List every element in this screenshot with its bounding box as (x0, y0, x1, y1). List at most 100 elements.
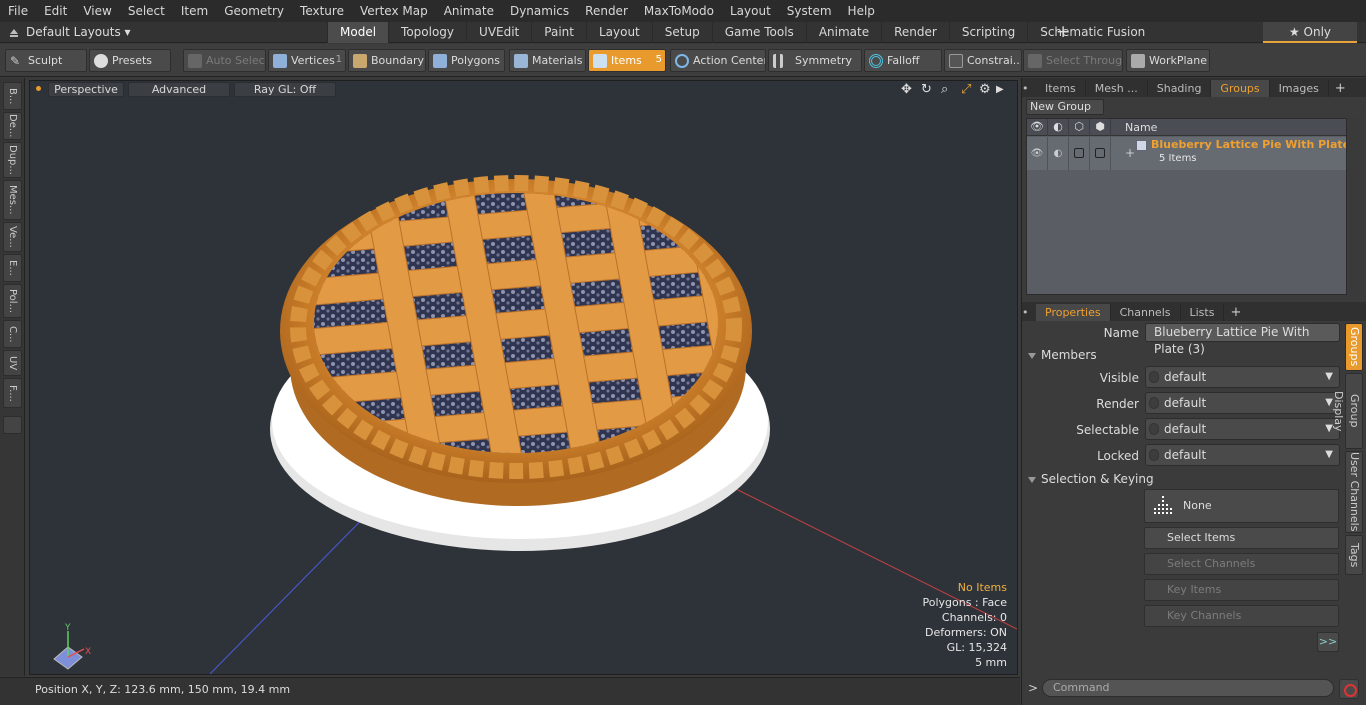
panel-menu-dot-icon[interactable]: • (1022, 80, 1036, 97)
tab-scripting[interactable]: Scripting (948, 22, 1027, 43)
tab-lists[interactable]: Lists (1181, 304, 1225, 321)
menu-render[interactable]: Render (577, 0, 636, 22)
tab-layout[interactable]: Layout (585, 22, 652, 43)
menu-view[interactable]: View (75, 0, 119, 22)
menu-select[interactable]: Select (120, 0, 173, 22)
layout-collapse-icon[interactable] (8, 25, 20, 39)
tab-uvedit[interactable]: UVEdit (466, 22, 531, 43)
side-tab-user-channels[interactable]: User Channels (1345, 451, 1363, 533)
action-center-button[interactable]: Action Center (670, 49, 766, 72)
menu-vertex-map[interactable]: Vertex Map (352, 0, 436, 22)
select-channels-button[interactable]: Select Channels (1144, 553, 1339, 575)
selection-keying-section[interactable]: Selection & Keying (1028, 470, 1338, 488)
side-tab-tags[interactable]: Tags (1345, 535, 1363, 575)
none-button[interactable]: None (1144, 489, 1339, 523)
tab-schematic-fusion[interactable]: Schematic Fusion (1027, 22, 1157, 43)
selectable-icon[interactable]: ⬡ (1069, 119, 1090, 136)
menu-help[interactable]: Help (840, 0, 883, 22)
symmetry-button[interactable]: Symmetry (768, 49, 862, 72)
left-tab-fusion[interactable]: F.... (3, 378, 22, 408)
visible-dropdown[interactable]: default ▼ (1145, 366, 1340, 388)
auto-select-button[interactable]: Auto Select (183, 49, 266, 72)
tab-items[interactable]: Items (1036, 80, 1086, 97)
left-tab-polygon[interactable]: Pol... (3, 284, 22, 318)
constraints-button[interactable]: Constrai... (944, 49, 1022, 72)
menu-animate[interactable]: Animate (436, 0, 502, 22)
only-button[interactable]: ★ Only (1263, 22, 1357, 43)
properties-menu-dot-icon[interactable]: • (1022, 304, 1036, 321)
row-visibility-eye-icon[interactable]: 👁 (1027, 137, 1048, 170)
add-tab-button[interactable]: + (1056, 22, 1070, 42)
3d-viewport[interactable]: Perspective Advanced Ray GL: Off ✥ ↻ ⌕ ⤢… (29, 80, 1018, 675)
layout-selector[interactable]: Default Layouts ▾ (26, 22, 131, 43)
menu-layout[interactable]: Layout (722, 0, 779, 22)
row-selectable-checkbox[interactable] (1069, 137, 1090, 170)
menu-file[interactable]: File (0, 0, 36, 22)
row-lock-checkbox[interactable] (1090, 137, 1111, 170)
new-group-button[interactable]: New Group (1026, 99, 1104, 115)
menu-texture[interactable]: Texture (292, 0, 352, 22)
left-tab-deform[interactable]: De... (3, 112, 22, 140)
tab-animate[interactable]: Animate (805, 22, 881, 43)
tab-groups[interactable]: Groups (1211, 80, 1270, 97)
members-section[interactable]: Members (1028, 346, 1338, 364)
materials-button[interactable]: Materials (509, 49, 586, 72)
presets-button[interactable]: Presets (89, 49, 171, 72)
selectable-dropdown[interactable]: default▼ (1145, 418, 1340, 440)
add-panel-tab-icon[interactable]: + (1329, 80, 1352, 97)
left-tab-mesh-edit[interactable]: Mes... (3, 180, 22, 220)
tab-mesh[interactable]: Mesh ... (1086, 80, 1148, 97)
tab-paint[interactable]: Paint (531, 22, 586, 43)
menu-item[interactable]: Item (173, 0, 216, 22)
tab-setup[interactable]: Setup (651, 22, 712, 43)
select-items-button[interactable]: Select Items (1144, 527, 1339, 549)
group-name-field[interactable]: Blueberry Lattice Pie With Plate (3) (1145, 323, 1340, 356)
items-button[interactable]: Items 5 (588, 49, 666, 72)
groups-scrollbar[interactable] (1349, 118, 1363, 295)
more-button[interactable]: >> (1317, 632, 1339, 652)
boundary-button[interactable]: Boundary (348, 49, 426, 72)
falloff-button[interactable]: Falloff (864, 49, 942, 72)
left-tab-uv[interactable]: UV (3, 350, 22, 376)
add-properties-tab-icon[interactable]: + (1224, 304, 1247, 321)
render-icon[interactable]: ◐ (1048, 119, 1069, 136)
tab-shading[interactable]: Shading (1148, 80, 1212, 97)
left-tab-vertex[interactable]: Ve... (3, 222, 22, 252)
tab-render[interactable]: Render (881, 22, 949, 43)
tab-images[interactable]: Images (1270, 80, 1329, 97)
left-tab-edge[interactable]: E... (3, 254, 22, 282)
right-panel: • Items Mesh ... Shading Groups Images +… (1021, 78, 1366, 705)
render-dropdown[interactable]: default▼ (1145, 392, 1340, 414)
tab-topology[interactable]: Topology (388, 22, 466, 43)
left-tab-basic[interactable]: B... (3, 82, 22, 110)
menu-geometry[interactable]: Geometry (216, 0, 292, 22)
tab-properties[interactable]: Properties (1036, 304, 1111, 321)
group-row[interactable]: 👁 ◐ + Blueberry Lattice Pie With Plate .… (1027, 137, 1346, 170)
menu-system[interactable]: System (779, 0, 840, 22)
visibility-eye-icon[interactable]: 👁 (1027, 119, 1048, 136)
key-items-button[interactable]: Key Items (1144, 579, 1339, 601)
locked-dropdown[interactable]: default ▼ (1145, 444, 1340, 466)
vertices-button[interactable]: Vertices 1 (268, 49, 346, 72)
tab-channels[interactable]: Channels (1111, 304, 1181, 321)
record-macro-icon[interactable] (1339, 679, 1359, 699)
expand-plus-icon[interactable]: + (1125, 146, 1135, 160)
lock-icon[interactable]: ⬢ (1090, 119, 1111, 136)
tab-model[interactable]: Model (327, 22, 389, 43)
left-tab-duplicate[interactable]: Dup... (3, 142, 22, 178)
side-tab-groups[interactable]: Groups (1345, 323, 1363, 371)
tab-game-tools[interactable]: Game Tools (711, 22, 806, 43)
row-render-icon[interactable]: ◐ (1048, 137, 1069, 170)
left-tab-extra[interactable] (3, 416, 22, 434)
left-tab-curve[interactable]: C... (3, 320, 22, 348)
workplane-button[interactable]: WorkPlane (1126, 49, 1210, 72)
menu-dynamics[interactable]: Dynamics (502, 0, 577, 22)
command-input[interactable]: Command (1042, 679, 1334, 697)
sculpt-button[interactable]: ✎ Sculpt (5, 49, 87, 72)
select-through-button[interactable]: Select Through (1023, 49, 1123, 72)
menu-edit[interactable]: Edit (36, 0, 75, 22)
polygons-button[interactable]: Polygons (428, 49, 505, 72)
menu-maxtomodo[interactable]: MaxToModo (636, 0, 722, 22)
key-channels-button[interactable]: Key Channels (1144, 605, 1339, 627)
side-tab-group-display[interactable]: Group Display (1332, 373, 1363, 449)
